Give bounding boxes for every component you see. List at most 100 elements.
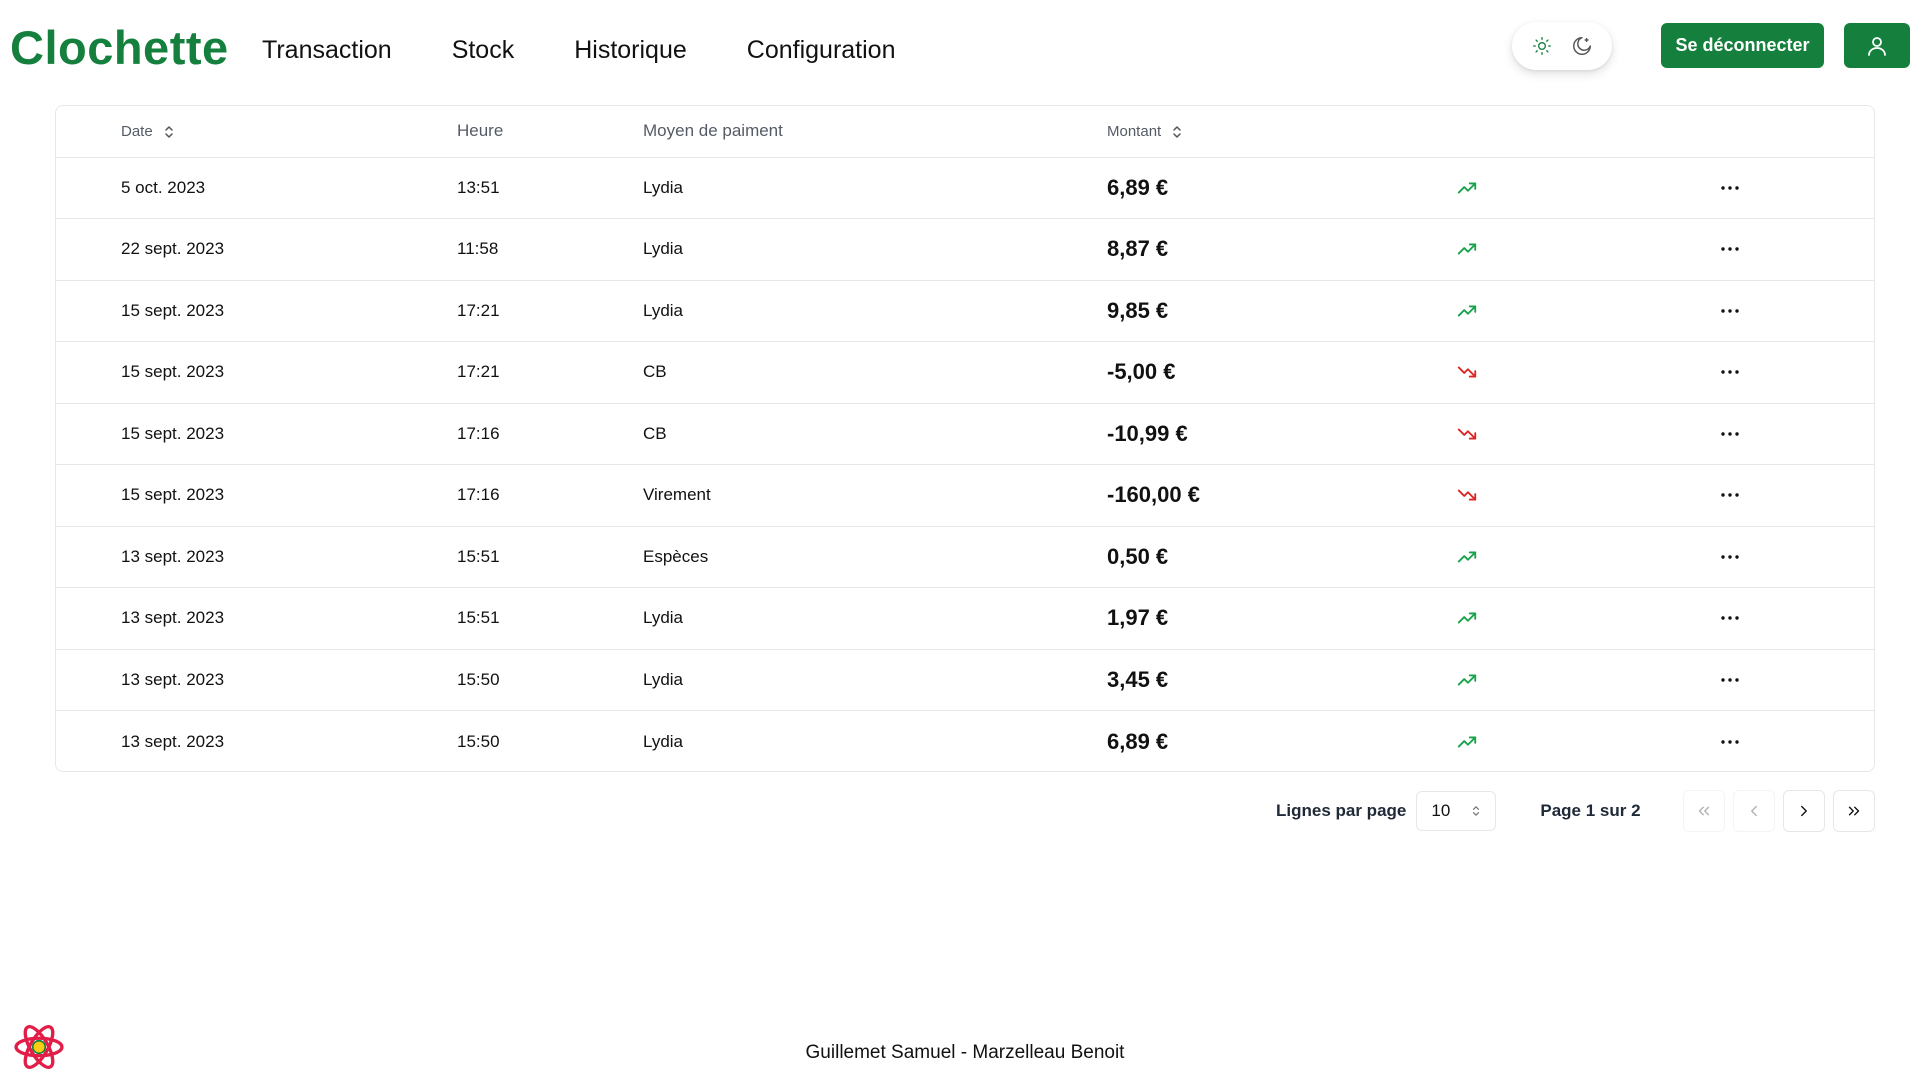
cell-montant: 3,45 €	[1107, 666, 1169, 692]
nav-configuration[interactable]: Configuration	[747, 30, 896, 70]
cell-montant: -10,99 €	[1107, 420, 1188, 446]
trending-up-icon	[1457, 182, 1477, 194]
cell-moyen: Espèces	[643, 546, 709, 566]
table-row: 22 sept. 2023 11:58 Lydia 8,87 €	[56, 218, 1874, 281]
theme-toggle	[1512, 22, 1612, 70]
ellipsis-icon	[1721, 616, 1739, 620]
ellipsis-icon	[1721, 247, 1739, 251]
nav-transaction[interactable]: Transaction	[262, 30, 392, 70]
row-menu-button[interactable]	[1715, 482, 1745, 508]
profile-button[interactable]	[1844, 23, 1910, 68]
row-menu-button[interactable]	[1715, 544, 1745, 570]
ellipsis-icon	[1721, 739, 1739, 744]
ellipsis-icon	[1721, 493, 1739, 497]
row-menu-button[interactable]	[1715, 236, 1745, 262]
cell-trend	[1446, 588, 1729, 650]
cell-heure: 17:21	[457, 300, 500, 320]
column-header-montant[interactable]: Montant	[1107, 106, 1446, 157]
chevrons-up-down-icon	[1173, 126, 1181, 138]
ellipsis-icon	[1721, 678, 1739, 682]
cell-montant: 8,87 €	[1107, 236, 1169, 262]
cell-trend	[1446, 649, 1729, 711]
column-label-montant: Montant	[1107, 123, 1162, 141]
cell-date: 5 oct. 2023	[121, 177, 206, 197]
dark-theme-button[interactable]	[1565, 29, 1599, 63]
trending-up-icon	[1457, 243, 1477, 255]
ellipsis-icon	[1721, 309, 1739, 313]
cell-actions	[1721, 157, 1874, 219]
light-theme-button[interactable]	[1525, 29, 1559, 63]
cell-date: 13 sept. 2023	[121, 731, 225, 751]
table-row: 15 sept. 2023 17:16 Virement -160,00 €	[56, 464, 1874, 527]
cell-actions	[1721, 711, 1874, 772]
nav-historique[interactable]: Historique	[574, 30, 687, 70]
cell-actions	[1721, 219, 1874, 281]
cell-moyen: Lydia	[643, 177, 684, 197]
table-row: 13 sept. 2023 15:50 Lydia 6,89 €	[56, 710, 1874, 772]
pagination: Lignes par page 10 Page 1 sur 2	[1276, 790, 1883, 832]
row-menu-button[interactable]	[1715, 729, 1745, 755]
cell-heure: 17:16	[457, 485, 500, 505]
cell-date: 22 sept. 2023	[121, 239, 225, 259]
cell-actions	[1721, 342, 1874, 404]
chevron-right-icon	[1800, 805, 1807, 817]
prev-page-button[interactable]	[1732, 790, 1775, 832]
table-row: 15 sept. 2023 17:16 CB -10,99 €	[56, 403, 1874, 465]
cell-montant: 9,85 €	[1107, 297, 1169, 323]
row-menu-button[interactable]	[1715, 298, 1745, 324]
cell-heure: 11:58	[457, 239, 499, 259]
rows-per-page-label: Lignes par page	[1276, 801, 1407, 820]
next-page-button[interactable]	[1782, 790, 1825, 832]
last-page-button[interactable]	[1832, 790, 1875, 832]
logout-button[interactable]: Se déconnecter	[1661, 23, 1824, 68]
column-header-heure: Heure	[457, 121, 504, 141]
cell-date: 15 sept. 2023	[121, 362, 225, 382]
cell-heure: 17:16	[457, 423, 500, 443]
cell-date: 13 sept. 2023	[121, 669, 225, 689]
cell-actions	[1721, 588, 1874, 650]
row-menu-button[interactable]	[1715, 421, 1745, 447]
cell-montant: 6,89 €	[1107, 174, 1169, 200]
cell-montant: 1,97 €	[1107, 605, 1169, 631]
ellipsis-icon	[1721, 186, 1739, 190]
cell-moyen: Lydia	[643, 608, 684, 628]
cell-actions	[1721, 649, 1874, 711]
cell-actions	[1721, 280, 1874, 342]
cell-date: 15 sept. 2023	[121, 423, 225, 443]
row-menu-button[interactable]	[1715, 359, 1745, 385]
column-header-date[interactable]: Date	[121, 106, 457, 157]
chevrons-right-icon	[1848, 806, 1859, 816]
row-menu-button[interactable]	[1715, 667, 1745, 693]
cell-montant: 6,89 €	[1107, 728, 1169, 754]
column-header-moyen: Moyen de paiment	[643, 121, 783, 141]
chevrons-left-icon	[1698, 806, 1709, 816]
cell-moyen: Lydia	[643, 731, 684, 751]
table-row: 15 sept. 2023 17:21 CB -5,00 €	[56, 341, 1874, 404]
cell-montant: -5,00 €	[1107, 359, 1176, 385]
cell-date: 15 sept. 2023	[121, 300, 225, 320]
cell-heure: 17:21	[457, 362, 500, 382]
row-menu-button[interactable]	[1715, 175, 1745, 201]
main-nav: Transaction Stock Historique Configurati…	[262, 30, 956, 70]
row-menu-button[interactable]	[1715, 605, 1745, 631]
cell-actions	[1721, 526, 1874, 588]
brand-logo[interactable]: Clochette	[10, 18, 229, 78]
table-row: 13 sept. 2023 15:51 Espèces 0,50 €	[56, 526, 1874, 588]
chevron-left-icon	[1750, 805, 1757, 817]
trending-down-icon	[1457, 489, 1477, 501]
cell-trend	[1446, 219, 1729, 281]
rows-per-page-select[interactable]: 10	[1416, 791, 1497, 831]
cell-moyen: CB	[643, 423, 667, 443]
trending-up-icon	[1457, 612, 1477, 624]
cell-trend	[1446, 465, 1729, 527]
chevrons-up-down-icon	[164, 126, 173, 138]
page-info: Page 1 sur 2	[1540, 801, 1641, 820]
ellipsis-icon	[1721, 555, 1739, 559]
cell-trend	[1446, 526, 1729, 588]
footer-credits: Guillemet Samuel - Marzelleau Benoit	[805, 1042, 1125, 1063]
cell-moyen: Virement	[643, 485, 711, 505]
first-page-button[interactable]	[1682, 790, 1725, 832]
cell-trend	[1446, 403, 1729, 465]
cell-trend	[1446, 711, 1729, 772]
nav-stock[interactable]: Stock	[452, 30, 515, 70]
